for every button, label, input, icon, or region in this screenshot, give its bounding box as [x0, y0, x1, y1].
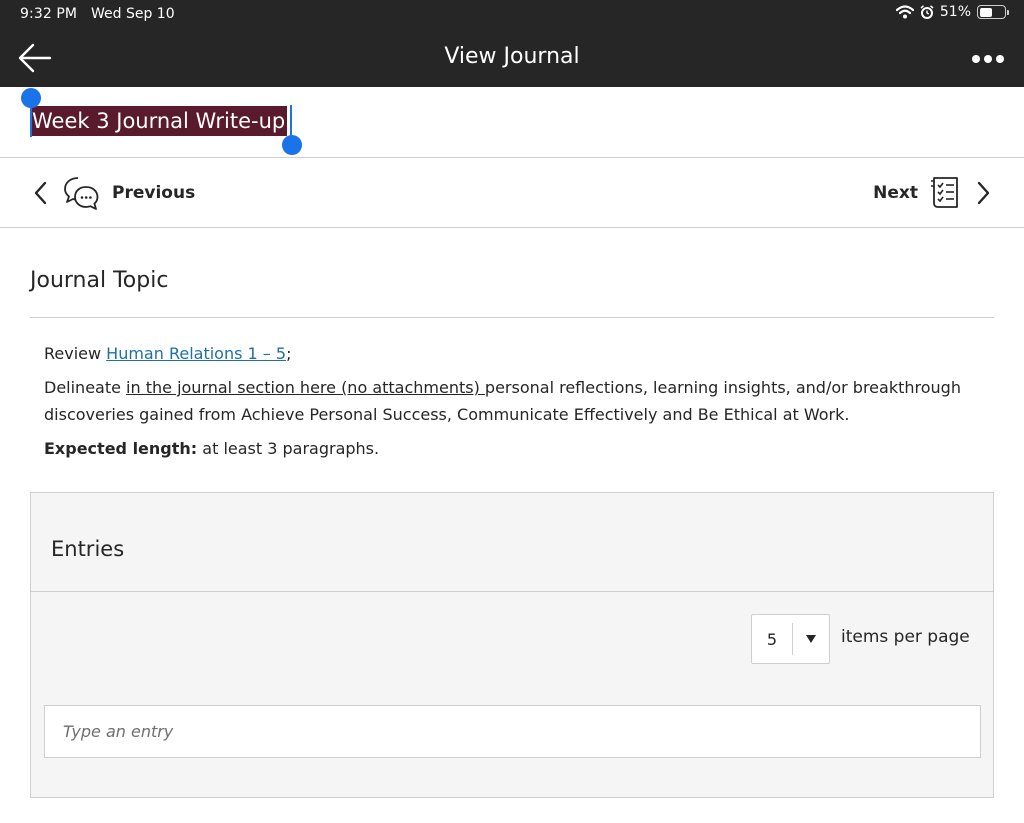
journal-title-row: Week 3 Journal Write-up [0, 87, 1024, 158]
next-button[interactable]: Next [873, 175, 994, 211]
status-time: 9:32 PM [20, 6, 78, 22]
items-per-page-label: items per page [841, 627, 970, 647]
back-arrow-icon [18, 43, 52, 73]
entries-header: Entries [31, 493, 993, 592]
chevron-left-icon [34, 181, 47, 205]
journal-title[interactable]: Week 3 Journal Write-up [30, 106, 288, 136]
expected-length-label: Expected length: [44, 439, 198, 458]
wifi-icon [895, 5, 914, 19]
chevron-right-icon [977, 181, 990, 205]
more-options-icon [972, 55, 980, 63]
selection-end-handle[interactable] [282, 135, 302, 155]
entries-title: Entries [51, 537, 125, 561]
back-button[interactable] [14, 40, 56, 76]
human-relations-link[interactable]: Human Relations 1 – 5 [106, 344, 286, 363]
checklist-icon [931, 177, 958, 208]
battery-icon [977, 5, 1009, 19]
alarm-icon [920, 5, 934, 19]
selection-end-line [290, 105, 292, 137]
entry-input[interactable] [44, 705, 981, 758]
delineate-paragraph: Delineate in the journal section here (n… [44, 378, 961, 424]
app-header: 9:32 PM Wed Sep 10 51% View Journal [0, 0, 1024, 87]
next-label: Next [873, 183, 918, 203]
more-options-button[interactable] [968, 46, 1008, 72]
status-indicators: 51% [895, 4, 1009, 20]
items-per-page-value: 5 [766, 629, 778, 649]
journal-navigation: Previous Next [0, 158, 1024, 228]
entries-panel: Entries 5 items per page [30, 492, 994, 798]
previous-button[interactable]: Previous [30, 175, 195, 211]
dropdown-caret-icon [793, 634, 829, 644]
expected-length-paragraph: Expected length: at least 3 paragraphs. [44, 439, 380, 458]
page-title: View Journal [444, 44, 580, 69]
divider [30, 317, 994, 318]
selection-start-line [30, 105, 32, 137]
journal-topic-heading: Journal Topic [30, 268, 169, 293]
review-paragraph: Review Human Relations 1 – 5; [44, 344, 292, 363]
discussion-icon [64, 177, 99, 210]
previous-label: Previous [112, 183, 196, 203]
items-per-page-select[interactable]: 5 [751, 614, 830, 664]
battery-level-fill [979, 7, 992, 17]
selection-start-handle[interactable] [21, 88, 41, 108]
status-date: Wed Sep 10 [91, 6, 175, 22]
battery-percentage: 51% [939, 4, 971, 20]
journal-topic-body: Review Human Relations 1 – 5; Delineate … [44, 340, 984, 469]
